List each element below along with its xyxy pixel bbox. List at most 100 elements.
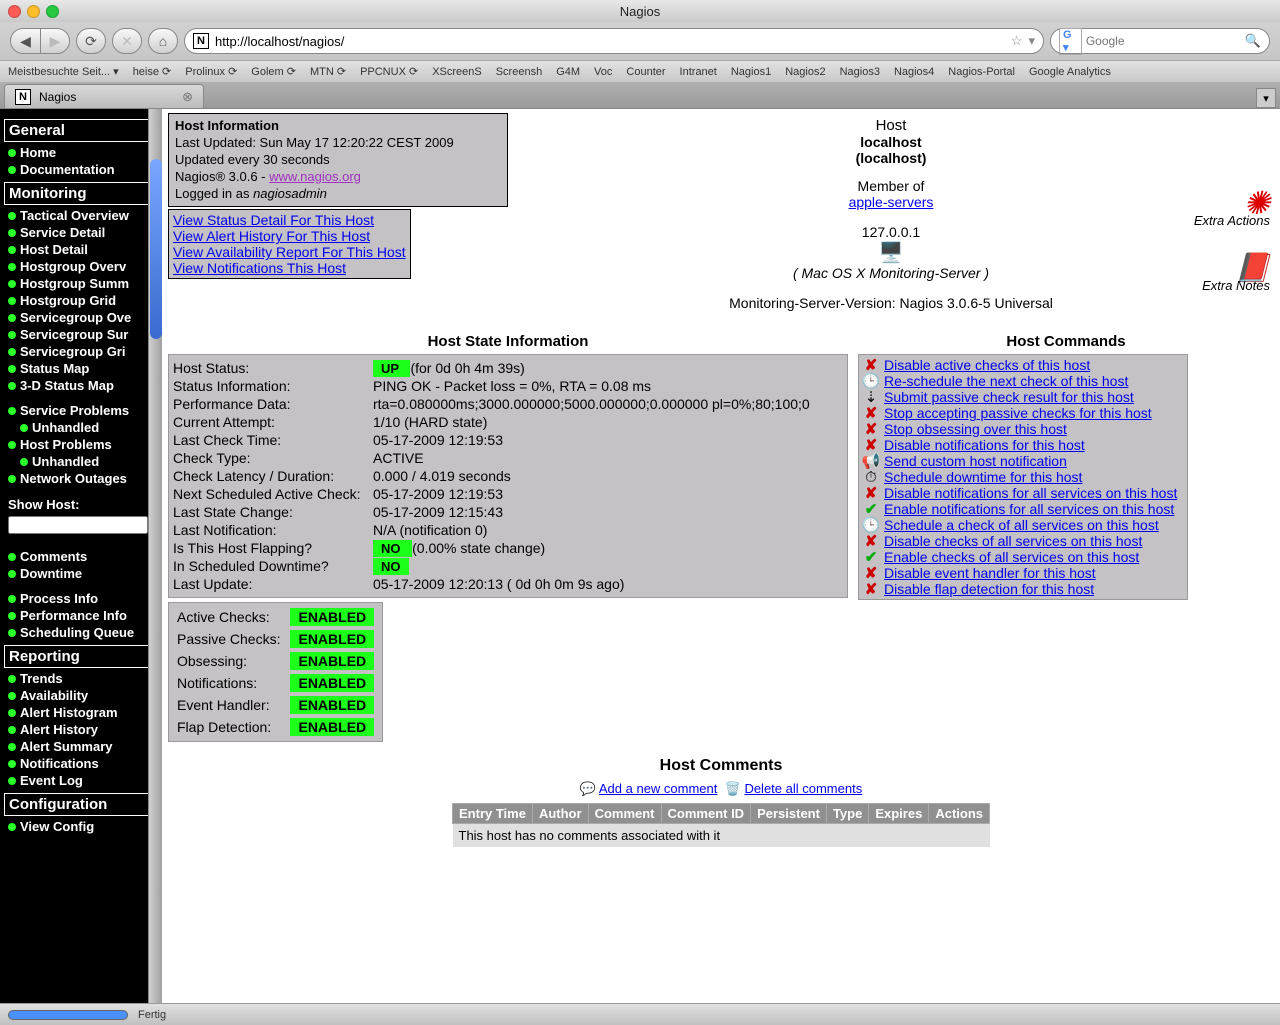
extra-actions[interactable]: ✺Extra Actions <box>1194 194 1270 228</box>
sidebar-item[interactable]: Comments <box>0 548 162 565</box>
sidebar-item[interactable]: Home <box>0 144 162 161</box>
bookmark-item[interactable]: Prolinux ⟳ <box>185 65 237 78</box>
bookmark-item[interactable]: Nagios4 <box>894 66 934 78</box>
command-link[interactable]: Disable notifications for this host <box>884 437 1085 453</box>
bookmark-star-icon[interactable]: ☆ <box>1011 33 1023 49</box>
sidebar-item[interactable]: Unhandled <box>0 419 162 436</box>
command-link[interactable]: Stop accepting passive checks for this h… <box>884 405 1152 421</box>
command-row[interactable]: ✘Disable notifications for this host <box>863 437 1183 453</box>
forward-button[interactable]: ▶ <box>40 28 70 54</box>
command-link[interactable]: Disable event handler for this host <box>884 565 1096 581</box>
show-host-input[interactable] <box>8 516 148 534</box>
search-bar[interactable]: G ▾ 🔍 <box>1050 28 1270 54</box>
command-link[interactable]: Disable flap detection for this host <box>884 581 1094 597</box>
bookmark-item[interactable]: Counter <box>626 66 665 78</box>
extra-notes[interactable]: 📕Extra Notes <box>1194 258 1270 293</box>
sidebar-item[interactable]: Tactical Overview <box>0 207 162 224</box>
command-row[interactable]: ✘Stop obsessing over this host <box>863 421 1183 437</box>
command-row[interactable]: ✘Disable checks of all services on this … <box>863 533 1183 549</box>
sidebar-item[interactable]: 3-D Status Map <box>0 377 162 394</box>
sidebar-item[interactable]: Scheduling Queue <box>0 624 162 641</box>
bookmark-item[interactable]: Screensh <box>496 66 542 78</box>
command-link[interactable]: Schedule a check of all services on this… <box>884 517 1159 533</box>
bookmark-item[interactable]: MTN ⟳ <box>310 65 346 78</box>
bookmark-item[interactable]: heise ⟳ <box>133 65 172 78</box>
sidebar-item[interactable]: Hostgroup Summ <box>0 275 162 292</box>
search-engine-icon[interactable]: G ▾ <box>1059 28 1082 55</box>
bookmark-item[interactable]: Nagios1 <box>731 66 771 78</box>
sidebar-item[interactable]: Service Problems <box>0 402 162 419</box>
sidebar-item[interactable]: Alert Histogram <box>0 704 162 721</box>
sidebar-item[interactable]: Servicegroup Gri <box>0 343 162 360</box>
delete-comments-link[interactable]: Delete all comments <box>744 781 862 796</box>
stop-button[interactable]: ✕ <box>112 28 142 54</box>
command-link[interactable]: Re-schedule the next check of this host <box>884 373 1128 389</box>
host-detail-link[interactable]: View Alert History For This Host <box>173 228 406 244</box>
command-row[interactable]: ⏱Schedule downtime for this host <box>863 469 1183 485</box>
command-link[interactable]: Send custom host notification <box>884 453 1067 469</box>
window-zoom-button[interactable] <box>46 5 59 18</box>
host-detail-link[interactable]: View Notifications This Host <box>173 260 406 276</box>
home-button[interactable]: ⌂ <box>148 28 178 54</box>
hostgroup-link[interactable]: apple-servers <box>849 194 934 210</box>
sidebar-item[interactable]: Servicegroup Ove <box>0 309 162 326</box>
command-row[interactable]: ✔Enable checks of all services on this h… <box>863 549 1183 565</box>
command-link[interactable]: Submit passive check result for this hos… <box>884 389 1134 405</box>
command-row[interactable]: ⇣Submit passive check result for this ho… <box>863 389 1183 405</box>
command-row[interactable]: ✔Enable notifications for all services o… <box>863 501 1183 517</box>
command-row[interactable]: ✘Disable active checks of this host <box>863 357 1183 373</box>
command-link[interactable]: Enable notifications for all services on… <box>884 501 1174 517</box>
search-icon[interactable]: 🔍 <box>1245 33 1261 49</box>
reload-button[interactable]: ⟳ <box>76 28 106 54</box>
command-row[interactable]: 📢Send custom host notification <box>863 453 1183 469</box>
tab-close-icon[interactable]: ⊗ <box>182 89 193 105</box>
bookmark-item[interactable]: PPCNUX ⟳ <box>360 65 418 78</box>
command-row[interactable]: ✘Disable event handler for this host <box>863 565 1183 581</box>
command-link[interactable]: Disable active checks of this host <box>884 357 1090 373</box>
bookmark-item[interactable]: Nagios2 <box>785 66 825 78</box>
sidebar-item[interactable]: Status Map <box>0 360 162 377</box>
window-minimize-button[interactable] <box>27 5 40 18</box>
command-row[interactable]: ✘Disable flap detection for this host <box>863 581 1183 597</box>
sidebar-item[interactable]: Process Info <box>0 590 162 607</box>
bookmark-item[interactable]: Golem ⟳ <box>251 65 296 78</box>
bookmark-item[interactable]: Intranet <box>680 66 717 78</box>
command-link[interactable]: Disable checks of all services on this h… <box>884 533 1142 549</box>
sidebar-item[interactable]: Host Problems <box>0 436 162 453</box>
sidebar-item[interactable]: Network Outages <box>0 470 162 487</box>
bookmark-item[interactable]: G4M <box>556 66 580 78</box>
command-row[interactable]: ✘Disable notifications for all services … <box>863 485 1183 501</box>
sidebar-scrollbar[interactable] <box>148 109 162 1003</box>
host-detail-link[interactable]: View Availability Report For This Host <box>173 244 406 260</box>
command-link[interactable]: Disable notifications for all services o… <box>884 485 1177 501</box>
sidebar-item[interactable]: Downtime <box>0 565 162 582</box>
url-bar[interactable]: N ☆ ▾ <box>184 28 1044 54</box>
sidebar-item[interactable]: Alert History <box>0 721 162 738</box>
back-button[interactable]: ◀ <box>10 28 40 54</box>
sidebar-item[interactable]: Performance Info <box>0 607 162 624</box>
url-dropdown-icon[interactable]: ▾ <box>1028 33 1035 49</box>
bookmark-item[interactable]: Nagios3 <box>840 66 880 78</box>
sidebar-item[interactable]: Host Detail <box>0 241 162 258</box>
sidebar-item[interactable]: Event Log <box>0 772 162 789</box>
host-detail-link[interactable]: View Status Detail For This Host <box>173 212 406 228</box>
bookmark-item[interactable]: Google Analytics <box>1029 66 1111 78</box>
sidebar-item[interactable]: Availability <box>0 687 162 704</box>
command-row[interactable]: ✘Stop accepting passive checks for this … <box>863 405 1183 421</box>
command-link[interactable]: Enable checks of all services on this ho… <box>884 549 1139 565</box>
sidebar-item[interactable]: Notifications <box>0 755 162 772</box>
command-link[interactable]: Schedule downtime for this host <box>884 469 1082 485</box>
sidebar-item[interactable]: Hostgroup Overv <box>0 258 162 275</box>
sidebar-item[interactable]: Service Detail <box>0 224 162 241</box>
sidebar-item[interactable]: Trends <box>0 670 162 687</box>
url-input[interactable] <box>215 34 1005 49</box>
bookmark-item[interactable]: Meistbesuchte Seit... ▾ <box>8 65 119 78</box>
bookmark-item[interactable]: Nagios-Portal <box>948 66 1015 78</box>
sidebar-item[interactable]: Unhandled <box>0 453 162 470</box>
sidebar-item[interactable]: Hostgroup Grid <box>0 292 162 309</box>
bookmark-item[interactable]: XScreenS <box>432 66 482 78</box>
tab-list-button[interactable]: ▾ <box>1256 88 1276 108</box>
nagios-org-link[interactable]: www.nagios.org <box>269 169 361 184</box>
search-input[interactable] <box>1086 34 1241 48</box>
add-comment-link[interactable]: Add a new comment <box>599 781 718 796</box>
